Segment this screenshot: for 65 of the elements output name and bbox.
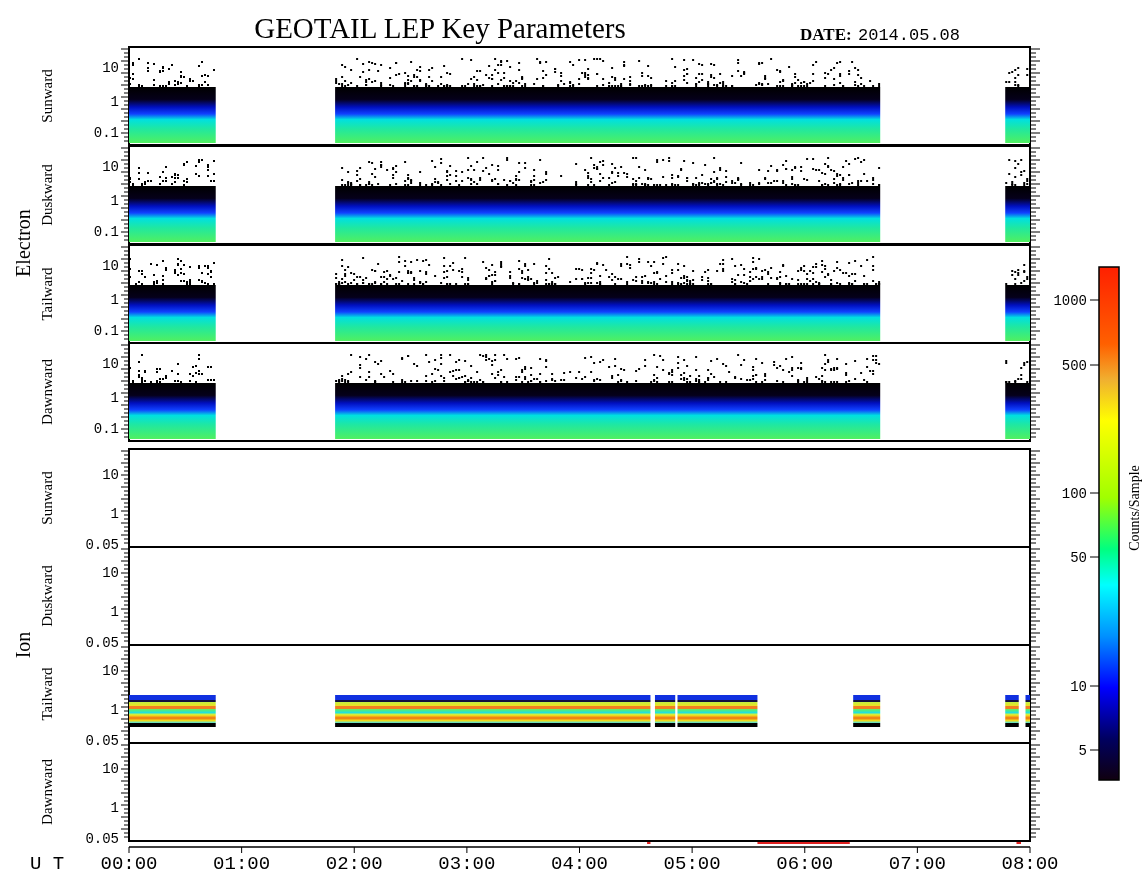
panel-label: Duskward (39, 565, 55, 627)
spectrogram-drawing (1005, 695, 1019, 727)
y-tick-label: 10 (102, 60, 119, 76)
colorbar-tick (1089, 299, 1100, 301)
y-tick-label: 1 (110, 390, 119, 406)
gap-marker (1015, 842, 1022, 844)
y-tick-label: 10 (102, 565, 119, 581)
y-tick-label: 10 (102, 258, 119, 274)
x-tick-label: 03:00 (438, 853, 496, 875)
y-tick-label: 0.05 (85, 537, 119, 553)
y-tick-label: 1 (110, 702, 119, 718)
x-tick-label: 05:00 (663, 853, 721, 875)
x-tick-label: 01:00 (213, 853, 271, 875)
x-axis-label: U T (30, 853, 65, 875)
y-tick-label: 0.05 (85, 733, 119, 749)
colorbar-tick-label: 50 (1070, 550, 1087, 566)
y-tick-label: 0.1 (93, 224, 119, 240)
x-tick-label: 08:00 (1001, 853, 1059, 875)
colorbar-tick-label: 10 (1070, 679, 1087, 695)
colorbar-tick-label: 1000 (1053, 293, 1087, 309)
y-tick-label: 1 (110, 506, 119, 522)
y-tick-label: 0.05 (85, 831, 119, 847)
x-tick-label: 07:00 (888, 853, 946, 875)
x-tick-label: 02:00 (325, 853, 383, 875)
panel-label: Dawnward (39, 759, 55, 825)
y-tick-label: 1 (110, 193, 119, 209)
panel-label: Sunward (39, 69, 55, 123)
x-tick-label: 06:00 (776, 853, 834, 875)
colorbar-tick (1089, 556, 1100, 558)
colorbar-tick (1089, 685, 1100, 687)
y-tick-label: 1 (110, 800, 119, 816)
group-label: Electron (12, 209, 34, 277)
colorbar-label: Counts/Sample (1127, 465, 1142, 551)
group-label: Ion (12, 631, 34, 659)
colorbar-tick-label: 100 (1061, 486, 1087, 502)
date-value: 2014.05.08 (858, 26, 961, 45)
panel-label: Dawnward (39, 359, 55, 425)
colorbar-tick-label: 500 (1061, 358, 1087, 374)
spectrogram-drawing (853, 695, 881, 727)
y-tick-label: 0.1 (93, 125, 119, 141)
plot-title: GEOTAIL LEP Key Parameters (254, 12, 626, 44)
colorbar-tick (1089, 492, 1100, 494)
y-tick-label: 1 (110, 94, 119, 110)
colorbar-tick (1089, 749, 1100, 751)
x-tick-label: 00:00 (100, 853, 158, 875)
date-label: DATE: (800, 25, 852, 44)
panel-label: Tailward (39, 667, 55, 721)
y-tick-label: 10 (102, 356, 119, 372)
y-tick-label: 10 (102, 159, 119, 175)
x-tick-label: 04:00 (551, 853, 608, 875)
gap-marker (646, 842, 652, 844)
y-tick-label: 1 (110, 292, 119, 308)
panel-label: Tailward (39, 267, 55, 321)
panel-label: Duskward (39, 164, 55, 226)
y-tick-label: 0.1 (93, 421, 119, 437)
colorbar-tick (1089, 364, 1100, 366)
colorbar-tick-label: 5 (1078, 743, 1087, 759)
panel-label: Sunward (39, 471, 55, 525)
y-tick-label: 10 (102, 467, 119, 483)
y-tick-label: 1 (110, 604, 119, 620)
spectrogram-drawing (1025, 695, 1030, 727)
y-tick-label: 0.1 (93, 323, 119, 339)
y-tick-label: 0.05 (85, 635, 119, 651)
y-tick-label: 10 (102, 761, 119, 777)
y-tick-label: 10 (102, 663, 119, 679)
